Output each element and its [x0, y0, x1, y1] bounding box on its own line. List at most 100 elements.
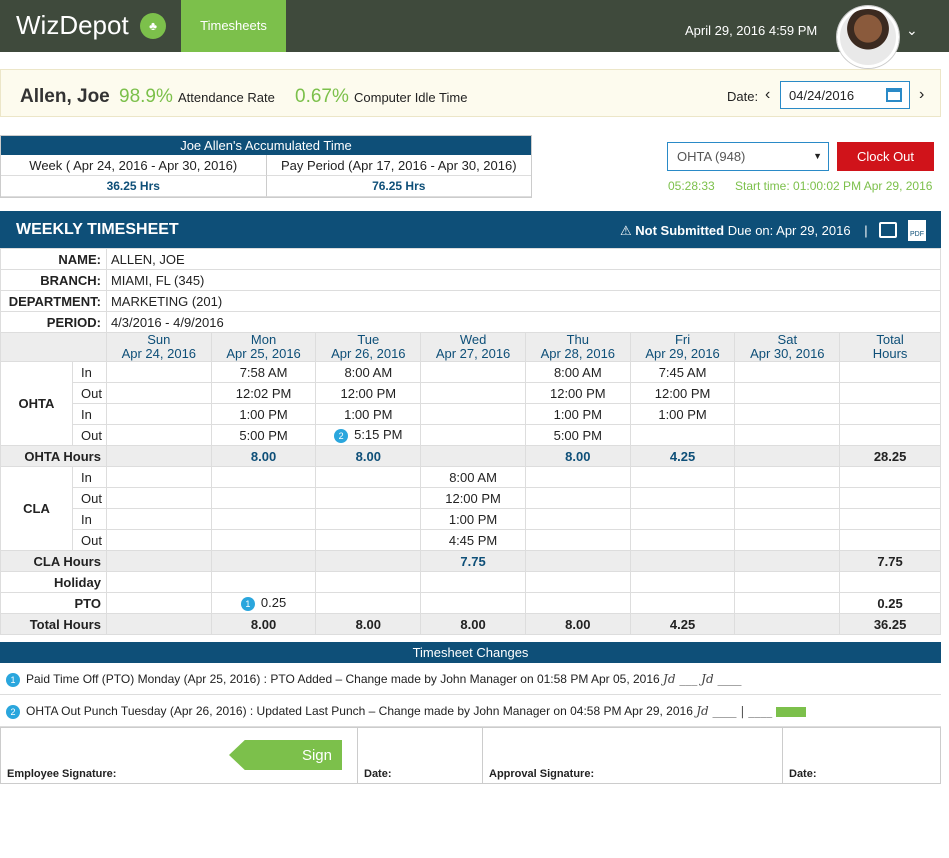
- punch-cell[interactable]: 1:00 PM: [315, 403, 422, 425]
- punch-cell[interactable]: 7:58 AM: [210, 361, 317, 383]
- punch-cell[interactable]: 12:00 PM: [420, 487, 526, 509]
- hours-row: OHTA Hours 8.00 8.00 8.00 4.25 28.25: [0, 445, 941, 467]
- punch-cell[interactable]: [734, 487, 841, 509]
- punch-type: In: [71, 361, 107, 383]
- punch-cell[interactable]: 8:00 AM: [315, 361, 422, 383]
- sign-button[interactable]: Sign: [229, 740, 342, 770]
- punch-time: 5:00 PM: [239, 427, 288, 443]
- punch-cell[interactable]: [524, 487, 631, 509]
- chevron-right-icon[interactable]: ›: [919, 86, 924, 104]
- punch-cell[interactable]: [734, 508, 841, 530]
- punch-cell[interactable]: [210, 508, 317, 530]
- punch-cell[interactable]: [734, 382, 841, 404]
- punch-cell[interactable]: [105, 529, 212, 551]
- hours-value: [420, 445, 526, 467]
- punch-cell[interactable]: [524, 508, 631, 530]
- punch-cell[interactable]: [105, 466, 212, 488]
- punch-cell[interactable]: 8:00 AM: [420, 466, 526, 488]
- chevron-left-icon[interactable]: ‹: [765, 86, 770, 104]
- print-icon[interactable]: [879, 222, 897, 238]
- punch-cell[interactable]: [734, 361, 841, 383]
- department-label: DEPARTMENT:: [0, 290, 107, 312]
- punch-cell[interactable]: [105, 361, 212, 383]
- punch-type: Out: [71, 424, 107, 446]
- punch-cell[interactable]: [210, 487, 317, 509]
- chevron-down-icon[interactable]: ⌄: [906, 22, 918, 39]
- punch-cell[interactable]: [420, 361, 526, 383]
- holiday-cell: [629, 571, 736, 593]
- pto-cell: [734, 592, 841, 614]
- punch-cell[interactable]: [524, 529, 631, 551]
- holiday-cell: [839, 571, 941, 593]
- hours-value: 7.75: [839, 550, 941, 572]
- total-hours-value: 8.00: [524, 613, 631, 635]
- punch-cell[interactable]: [734, 529, 841, 551]
- punch-cell[interactable]: [734, 403, 841, 425]
- punch-cell[interactable]: [524, 466, 631, 488]
- punch-cell[interactable]: [105, 508, 212, 530]
- punch-cell[interactable]: [629, 529, 736, 551]
- punch-cell[interactable]: 8:00 AM: [524, 361, 631, 383]
- punch-time: 12:00 PM: [445, 490, 501, 506]
- punch-cell[interactable]: [210, 529, 317, 551]
- total-hours-value: [734, 613, 841, 635]
- punch-row: Out 12:00 PM: [1, 487, 941, 509]
- punch-cell[interactable]: 5:00 PM: [210, 424, 317, 446]
- punch-cell[interactable]: [105, 382, 212, 404]
- punch-cell[interactable]: 1:00 PM: [524, 403, 631, 425]
- job-select[interactable]: OHTA (948) ▼: [667, 142, 829, 171]
- calendar-icon[interactable]: [886, 88, 902, 102]
- punch-cell[interactable]: [734, 424, 841, 446]
- punch-time: 1:00 PM: [448, 511, 498, 527]
- tab-timesheets[interactable]: Timesheets: [181, 0, 286, 52]
- day-head: Mon Apr 25, 2016: [210, 332, 317, 362]
- punch-cell[interactable]: 2 5:15 PM: [315, 424, 422, 446]
- punch-cell[interactable]: [629, 466, 736, 488]
- pdf-icon[interactable]: PDF: [908, 220, 926, 241]
- punch-type: Out: [71, 487, 107, 509]
- name-value: ALLEN, JOE: [105, 248, 942, 270]
- punch-cell[interactable]: [420, 382, 526, 404]
- punch-cell[interactable]: 1:00 PM: [420, 508, 526, 530]
- change-text: Paid Time Off (PTO) Monday (Apr 25, 2016…: [26, 672, 660, 686]
- punch-cell[interactable]: 5:00 PM: [524, 424, 631, 446]
- punch-cell[interactable]: [105, 424, 212, 446]
- punch-cell[interactable]: [629, 487, 736, 509]
- punch-cell[interactable]: [210, 466, 317, 488]
- punch-cell[interactable]: 12:00 PM: [524, 382, 631, 404]
- user-avatar[interactable]: [837, 6, 899, 68]
- punch-cell[interactable]: 1:00 PM: [210, 403, 317, 425]
- punch-cell[interactable]: 12:02 PM: [210, 382, 317, 404]
- section-label: OHTA: [0, 361, 73, 446]
- punch-cell[interactable]: [105, 403, 212, 425]
- clock-out-button[interactable]: Clock Out: [837, 142, 934, 171]
- pto-label: PTO: [0, 592, 107, 614]
- punch-cell[interactable]: 12:00 PM: [629, 382, 736, 404]
- punch-cell[interactable]: [420, 403, 526, 425]
- punch-cell[interactable]: 4:45 PM: [420, 529, 526, 551]
- punch-cell[interactable]: 1:00 PM: [629, 403, 736, 425]
- punch-time: 8:00 AM: [449, 469, 497, 485]
- holiday-cell: [524, 571, 631, 593]
- period-label: Pay Period (Apr 17, 2016 - Apr 30, 2016): [266, 155, 531, 176]
- punch-cell[interactable]: [420, 424, 526, 446]
- hours-value: [524, 550, 631, 572]
- pto-cell: 1 0.25: [210, 592, 317, 614]
- punch-cell[interactable]: [734, 466, 841, 488]
- day-head: Sat Apr 30, 2016: [734, 332, 841, 362]
- punch-cell[interactable]: [629, 424, 736, 446]
- punch-cell[interactable]: [105, 487, 212, 509]
- punch-cell[interactable]: [315, 487, 422, 509]
- punch-cell[interactable]: [629, 508, 736, 530]
- punch-cell[interactable]: [315, 508, 422, 530]
- change-item: 1 Paid Time Off (PTO) Monday (Apr 25, 201…: [0, 663, 941, 695]
- punch-cell[interactable]: [315, 529, 422, 551]
- change-number-badge: 1: [240, 596, 255, 611]
- punch-cell[interactable]: 7:45 AM: [629, 361, 736, 383]
- hours-value: 4.25: [629, 445, 736, 467]
- weekly-title: WEEKLY TIMESHEET: [16, 221, 179, 238]
- hours-value: [734, 550, 841, 572]
- punch-time: 1:00 PM: [658, 406, 707, 422]
- punch-cell[interactable]: 12:00 PM: [315, 382, 422, 404]
- punch-cell[interactable]: [315, 466, 422, 488]
